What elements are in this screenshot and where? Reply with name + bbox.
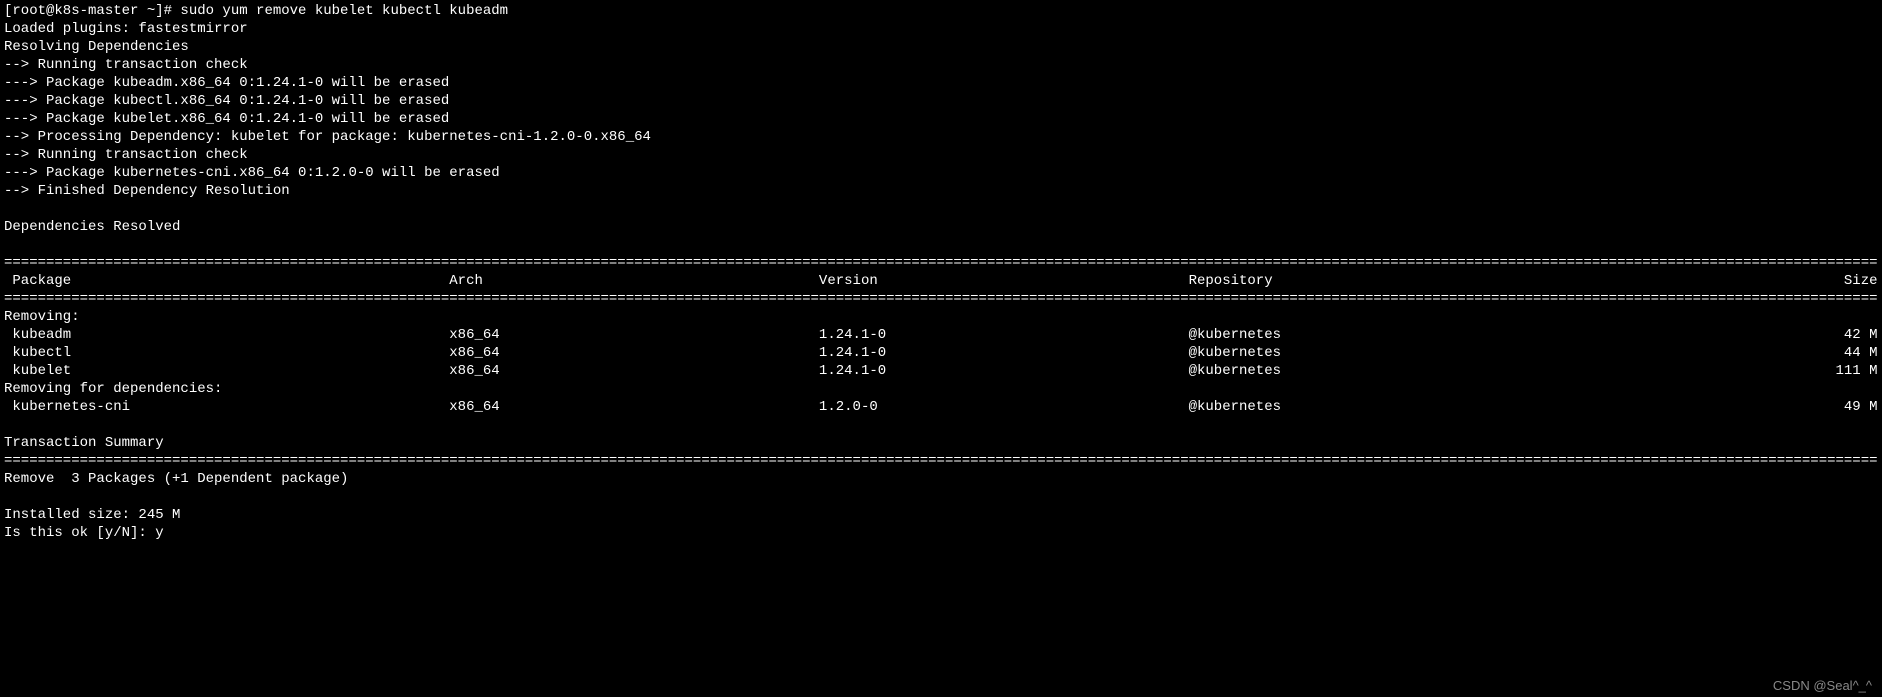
terminal-output[interactable]: [root@k8s-master ~]# sudo yum remove kub… [0, 0, 1882, 544]
watermark-text: CSDN @Seal^_^ [1773, 677, 1872, 695]
